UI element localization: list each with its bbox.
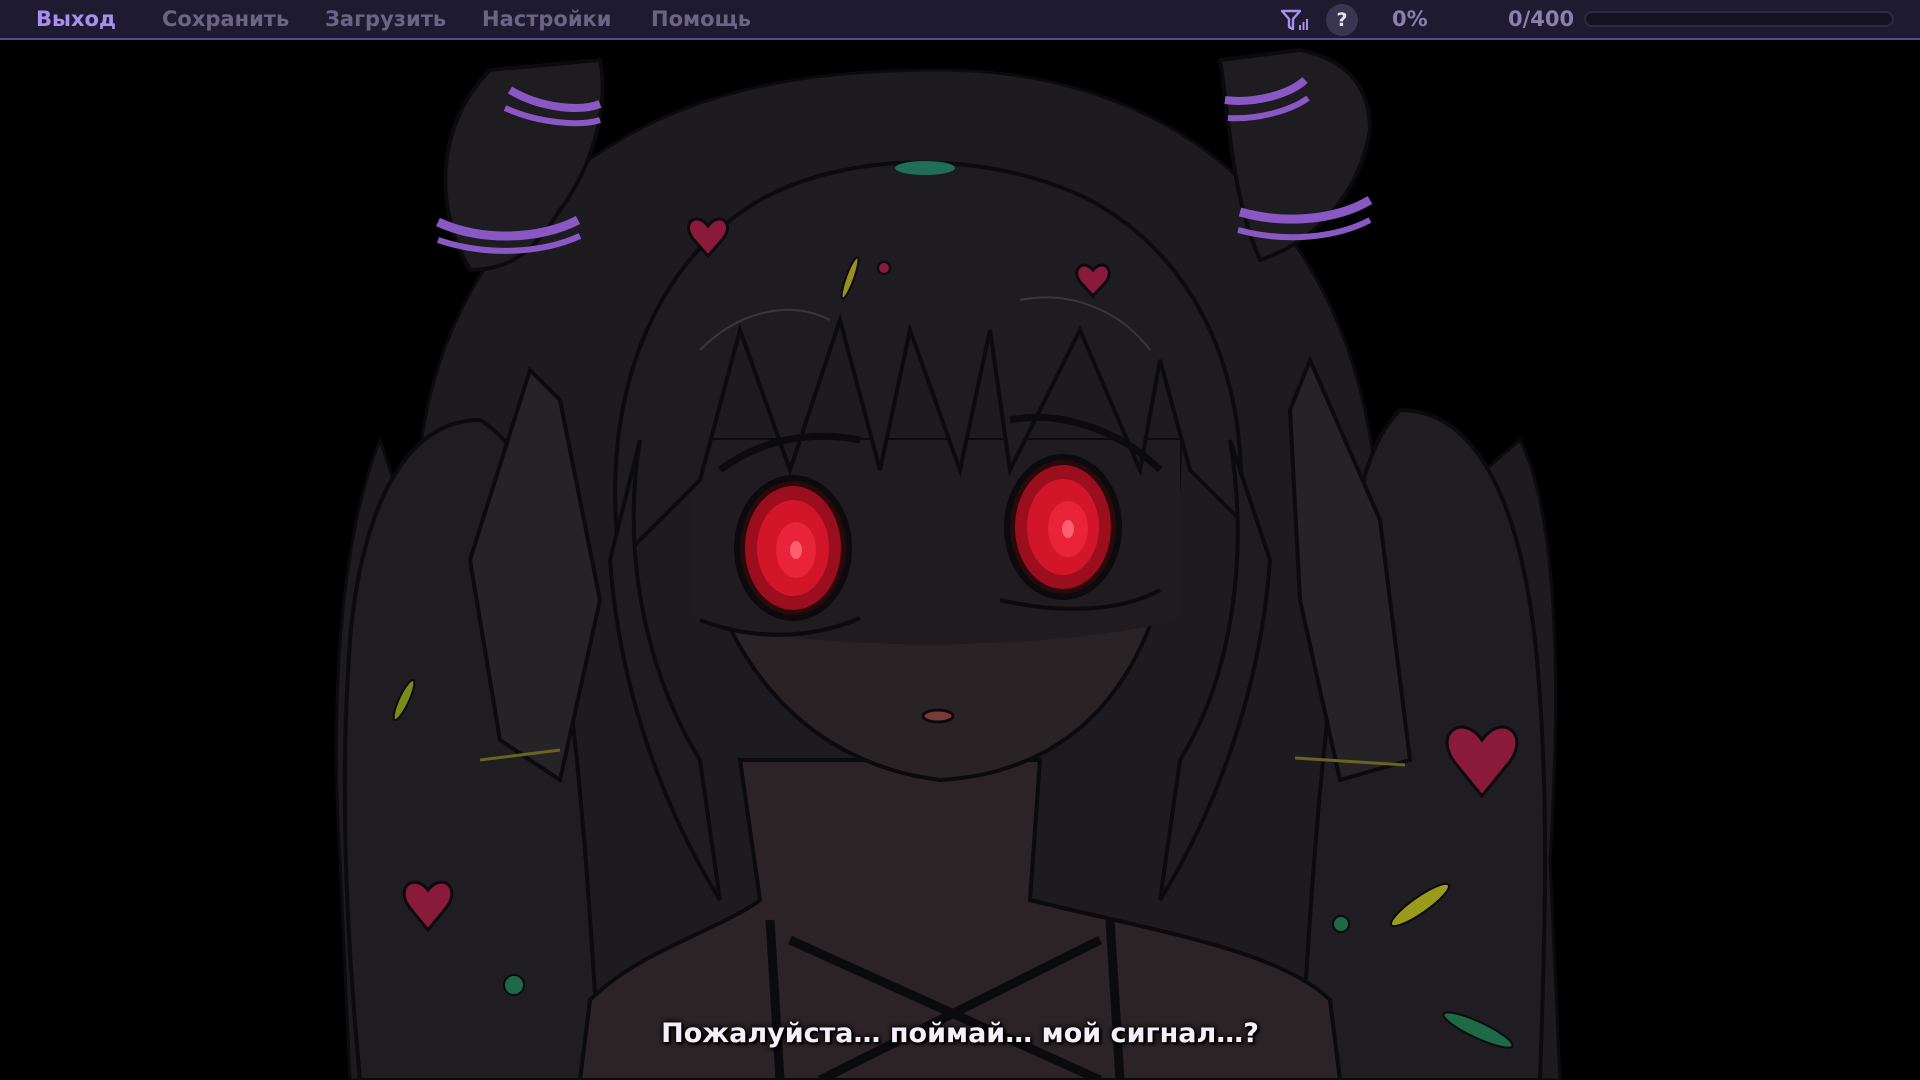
- dialogue-text: Пожалуйста… поймай… мой сигнал…?: [661, 1018, 1259, 1049]
- game-screen[interactable]: Выход Сохранить Загрузить Настройки Помо…: [0, 0, 1920, 1080]
- character-scene: [0, 40, 1920, 1080]
- left-eye: [734, 475, 852, 621]
- top-menu-bar: Выход Сохранить Загрузить Настройки Помо…: [0, 0, 1920, 40]
- menu-save[interactable]: Сохранить: [162, 7, 289, 31]
- menu-exit[interactable]: Выход: [36, 7, 116, 31]
- progress-bar: [1584, 11, 1894, 27]
- menu-help[interactable]: Помощь: [651, 7, 751, 31]
- character-illustration: [0, 40, 1920, 1080]
- progress-counter: 0/400: [1508, 7, 1575, 31]
- menu-settings[interactable]: Настройки: [482, 7, 612, 31]
- signal-filter-icon[interactable]: [1280, 8, 1308, 32]
- right-horn: [1217, 47, 1373, 263]
- right-eye: [1004, 454, 1122, 600]
- progress-percent: 0%: [1392, 7, 1428, 31]
- menu-load[interactable]: Загрузить: [325, 7, 446, 31]
- mouth: [921, 708, 955, 724]
- help-button[interactable]: ?: [1326, 4, 1358, 36]
